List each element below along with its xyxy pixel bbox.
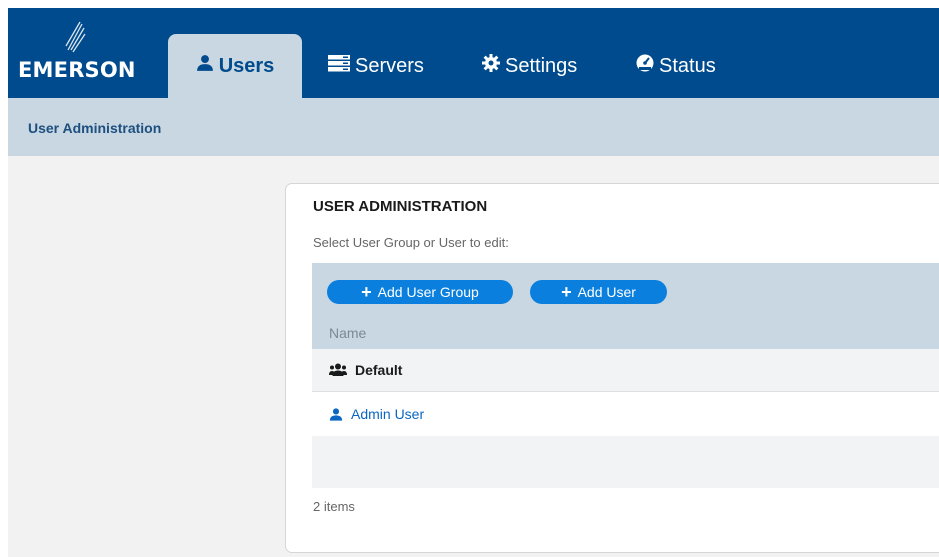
user-admin-panel: USER ADMINISTRATION Select User Group or… [285, 183, 939, 553]
tab-status[interactable]: Status [636, 34, 716, 98]
tab-label: Status [659, 54, 716, 77]
row-label: Admin User [351, 406, 425, 422]
list-item-user-group[interactable]: Default [312, 349, 939, 392]
list-item-user[interactable]: Admin User [312, 392, 939, 436]
tab-servers[interactable]: Servers [328, 34, 424, 98]
emerson-logo-icon [65, 21, 86, 53]
row-label: Default [355, 362, 403, 378]
plus-icon: + [561, 282, 572, 302]
gauge-icon [636, 54, 654, 78]
panel-subtitle: Select User Group or User to edit: [313, 235, 509, 250]
tab-label: Settings [505, 54, 578, 77]
user-icon [329, 407, 343, 422]
button-label: Add User [577, 284, 636, 300]
tab-label: Servers [355, 54, 424, 77]
user-icon [196, 54, 214, 78]
panel-title: USER ADMINISTRATION [313, 198, 488, 215]
breadcrumb[interactable]: User Administration [28, 120, 161, 136]
server-icon [328, 54, 350, 78]
breadcrumb-bar: User Administration [8, 98, 939, 156]
tab-users[interactable]: Users [168, 34, 302, 98]
grid-toolbar: + Add User Group + Add User Name [312, 263, 939, 349]
user-group-icon [329, 363, 347, 377]
gear-icon [482, 54, 500, 78]
logo-text: EMERSON [18, 58, 136, 82]
plus-icon: + [361, 282, 372, 302]
add-user-button[interactable]: + Add User [530, 280, 667, 304]
column-header-name[interactable]: Name [329, 325, 366, 341]
button-label: Add User Group [377, 284, 479, 300]
top-navigation: EMERSON Users Servers Settings Status [8, 8, 939, 98]
tab-settings[interactable]: Settings [482, 34, 577, 98]
tab-label: Users [218, 54, 275, 77]
empty-row [312, 436, 939, 488]
item-count: 2 items [313, 499, 355, 514]
add-user-group-button[interactable]: + Add User Group [327, 280, 513, 304]
